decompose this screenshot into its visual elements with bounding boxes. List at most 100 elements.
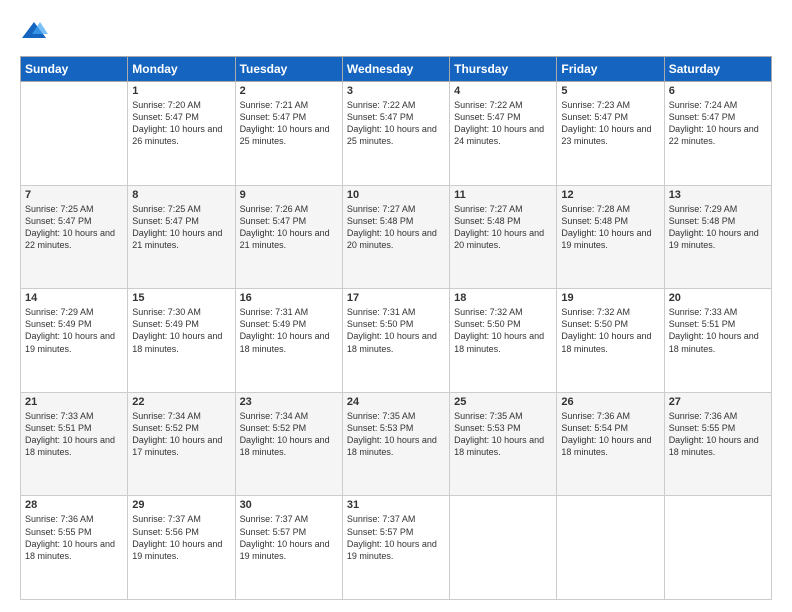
day-cell (664, 496, 771, 600)
day-cell: 23 Sunrise: 7:34 AMSunset: 5:52 PMDayligh… (235, 392, 342, 496)
day-number: 12 (561, 189, 659, 201)
day-info: Sunrise: 7:34 AMSunset: 5:52 PMDaylight:… (132, 410, 230, 459)
day-cell: 13 Sunrise: 7:29 AMSunset: 5:48 PMDayligh… (664, 185, 771, 289)
day-number: 28 (25, 499, 123, 511)
day-cell: 6 Sunrise: 7:24 AMSunset: 5:47 PMDaylight… (664, 82, 771, 186)
day-info: Sunrise: 7:25 AMSunset: 5:47 PMDaylight:… (132, 203, 230, 252)
weekday-saturday: Saturday (664, 57, 771, 82)
calendar-table: SundayMondayTuesdayWednesdayThursdayFrid… (20, 56, 772, 600)
day-info: Sunrise: 7:32 AMSunset: 5:50 PMDaylight:… (561, 306, 659, 355)
day-info: Sunrise: 7:29 AMSunset: 5:49 PMDaylight:… (25, 306, 123, 355)
day-cell: 18 Sunrise: 7:32 AMSunset: 5:50 PMDayligh… (450, 289, 557, 393)
day-number: 6 (669, 85, 767, 97)
day-cell: 26 Sunrise: 7:36 AMSunset: 5:54 PMDayligh… (557, 392, 664, 496)
weekday-friday: Friday (557, 57, 664, 82)
day-info: Sunrise: 7:34 AMSunset: 5:52 PMDaylight:… (240, 410, 338, 459)
day-cell: 15 Sunrise: 7:30 AMSunset: 5:49 PMDayligh… (128, 289, 235, 393)
day-info: Sunrise: 7:22 AMSunset: 5:47 PMDaylight:… (454, 99, 552, 148)
day-number: 17 (347, 292, 445, 304)
day-info: Sunrise: 7:24 AMSunset: 5:47 PMDaylight:… (669, 99, 767, 148)
day-info: Sunrise: 7:23 AMSunset: 5:47 PMDaylight:… (561, 99, 659, 148)
day-number: 1 (132, 85, 230, 97)
day-number: 26 (561, 396, 659, 408)
day-cell: 19 Sunrise: 7:32 AMSunset: 5:50 PMDayligh… (557, 289, 664, 393)
day-info: Sunrise: 7:31 AMSunset: 5:49 PMDaylight:… (240, 306, 338, 355)
day-info: Sunrise: 7:37 AMSunset: 5:57 PMDaylight:… (347, 513, 445, 562)
day-cell (450, 496, 557, 600)
day-cell (21, 82, 128, 186)
day-info: Sunrise: 7:35 AMSunset: 5:53 PMDaylight:… (347, 410, 445, 459)
day-info: Sunrise: 7:36 AMSunset: 5:55 PMDaylight:… (669, 410, 767, 459)
day-info: Sunrise: 7:36 AMSunset: 5:55 PMDaylight:… (25, 513, 123, 562)
day-number: 29 (132, 499, 230, 511)
day-number: 23 (240, 396, 338, 408)
day-number: 20 (669, 292, 767, 304)
logo (20, 18, 52, 46)
day-cell: 14 Sunrise: 7:29 AMSunset: 5:49 PMDayligh… (21, 289, 128, 393)
weekday-wednesday: Wednesday (342, 57, 449, 82)
day-number: 5 (561, 85, 659, 97)
header (20, 18, 772, 46)
day-info: Sunrise: 7:36 AMSunset: 5:54 PMDaylight:… (561, 410, 659, 459)
day-info: Sunrise: 7:25 AMSunset: 5:47 PMDaylight:… (25, 203, 123, 252)
day-cell: 2 Sunrise: 7:21 AMSunset: 5:47 PMDaylight… (235, 82, 342, 186)
week-row-1: 1 Sunrise: 7:20 AMSunset: 5:47 PMDaylight… (21, 82, 772, 186)
weekday-monday: Monday (128, 57, 235, 82)
day-number: 11 (454, 189, 552, 201)
day-info: Sunrise: 7:28 AMSunset: 5:48 PMDaylight:… (561, 203, 659, 252)
day-info: Sunrise: 7:30 AMSunset: 5:49 PMDaylight:… (132, 306, 230, 355)
day-number: 9 (240, 189, 338, 201)
day-cell: 24 Sunrise: 7:35 AMSunset: 5:53 PMDayligh… (342, 392, 449, 496)
day-cell: 16 Sunrise: 7:31 AMSunset: 5:49 PMDayligh… (235, 289, 342, 393)
day-cell: 10Sunrise: 7:27 AMSunset: 5:48 PMDayligh… (342, 185, 449, 289)
day-number: 14 (25, 292, 123, 304)
day-info: Sunrise: 7:32 AMSunset: 5:50 PMDaylight:… (454, 306, 552, 355)
day-info: Sunrise: 7:20 AMSunset: 5:47 PMDaylight:… (132, 99, 230, 148)
day-number: 19 (561, 292, 659, 304)
day-cell: 22 Sunrise: 7:34 AMSunset: 5:52 PMDayligh… (128, 392, 235, 496)
day-number: 8 (132, 189, 230, 201)
day-number: 31 (347, 499, 445, 511)
day-cell: 12 Sunrise: 7:28 AMSunset: 5:48 PMDayligh… (557, 185, 664, 289)
day-number: 3 (347, 85, 445, 97)
day-number: 24 (347, 396, 445, 408)
day-number: 2 (240, 85, 338, 97)
day-number: 4 (454, 85, 552, 97)
day-number: 10 (347, 189, 445, 201)
day-number: 7 (25, 189, 123, 201)
day-number: 15 (132, 292, 230, 304)
weekday-sunday: Sunday (21, 57, 128, 82)
day-cell: 5 Sunrise: 7:23 AMSunset: 5:47 PMDaylight… (557, 82, 664, 186)
day-info: Sunrise: 7:22 AMSunset: 5:47 PMDaylight:… (347, 99, 445, 148)
day-cell: 29 Sunrise: 7:37 AMSunset: 5:56 PMDayligh… (128, 496, 235, 600)
day-number: 13 (669, 189, 767, 201)
day-number: 21 (25, 396, 123, 408)
day-info: Sunrise: 7:33 AMSunset: 5:51 PMDaylight:… (669, 306, 767, 355)
day-cell: 25 Sunrise: 7:35 AMSunset: 5:53 PMDayligh… (450, 392, 557, 496)
day-cell: 28 Sunrise: 7:36 AMSunset: 5:55 PMDayligh… (21, 496, 128, 600)
day-cell: 7 Sunrise: 7:25 AMSunset: 5:47 PMDaylight… (21, 185, 128, 289)
day-number: 18 (454, 292, 552, 304)
day-cell: 30 Sunrise: 7:37 AMSunset: 5:57 PMDayligh… (235, 496, 342, 600)
day-number: 16 (240, 292, 338, 304)
logo-icon (20, 18, 48, 46)
day-cell: 31 Sunrise: 7:37 AMSunset: 5:57 PMDayligh… (342, 496, 449, 600)
day-cell: 3 Sunrise: 7:22 AMSunset: 5:47 PMDaylight… (342, 82, 449, 186)
day-info: Sunrise: 7:29 AMSunset: 5:48 PMDaylight:… (669, 203, 767, 252)
day-info: Sunrise: 7:31 AMSunset: 5:50 PMDaylight:… (347, 306, 445, 355)
day-number: 22 (132, 396, 230, 408)
day-cell: 20 Sunrise: 7:33 AMSunset: 5:51 PMDayligh… (664, 289, 771, 393)
weekday-tuesday: Tuesday (235, 57, 342, 82)
day-cell: 9Sunrise: 7:26 AMSunset: 5:47 PMDaylight… (235, 185, 342, 289)
day-cell: 1 Sunrise: 7:20 AMSunset: 5:47 PMDaylight… (128, 82, 235, 186)
day-number: 30 (240, 499, 338, 511)
day-info: Sunrise: 7:37 AMSunset: 5:56 PMDaylight:… (132, 513, 230, 562)
week-row-2: 7 Sunrise: 7:25 AMSunset: 5:47 PMDaylight… (21, 185, 772, 289)
calendar-page: SundayMondayTuesdayWednesdayThursdayFrid… (0, 0, 792, 612)
week-row-5: 28 Sunrise: 7:36 AMSunset: 5:55 PMDayligh… (21, 496, 772, 600)
day-info: Sunrise: 7:37 AMSunset: 5:57 PMDaylight:… (240, 513, 338, 562)
weekday-thursday: Thursday (450, 57, 557, 82)
day-info: Sunrise: 7:35 AMSunset: 5:53 PMDaylight:… (454, 410, 552, 459)
day-info: Sunrise: 7:21 AMSunset: 5:47 PMDaylight:… (240, 99, 338, 148)
day-number: 25 (454, 396, 552, 408)
